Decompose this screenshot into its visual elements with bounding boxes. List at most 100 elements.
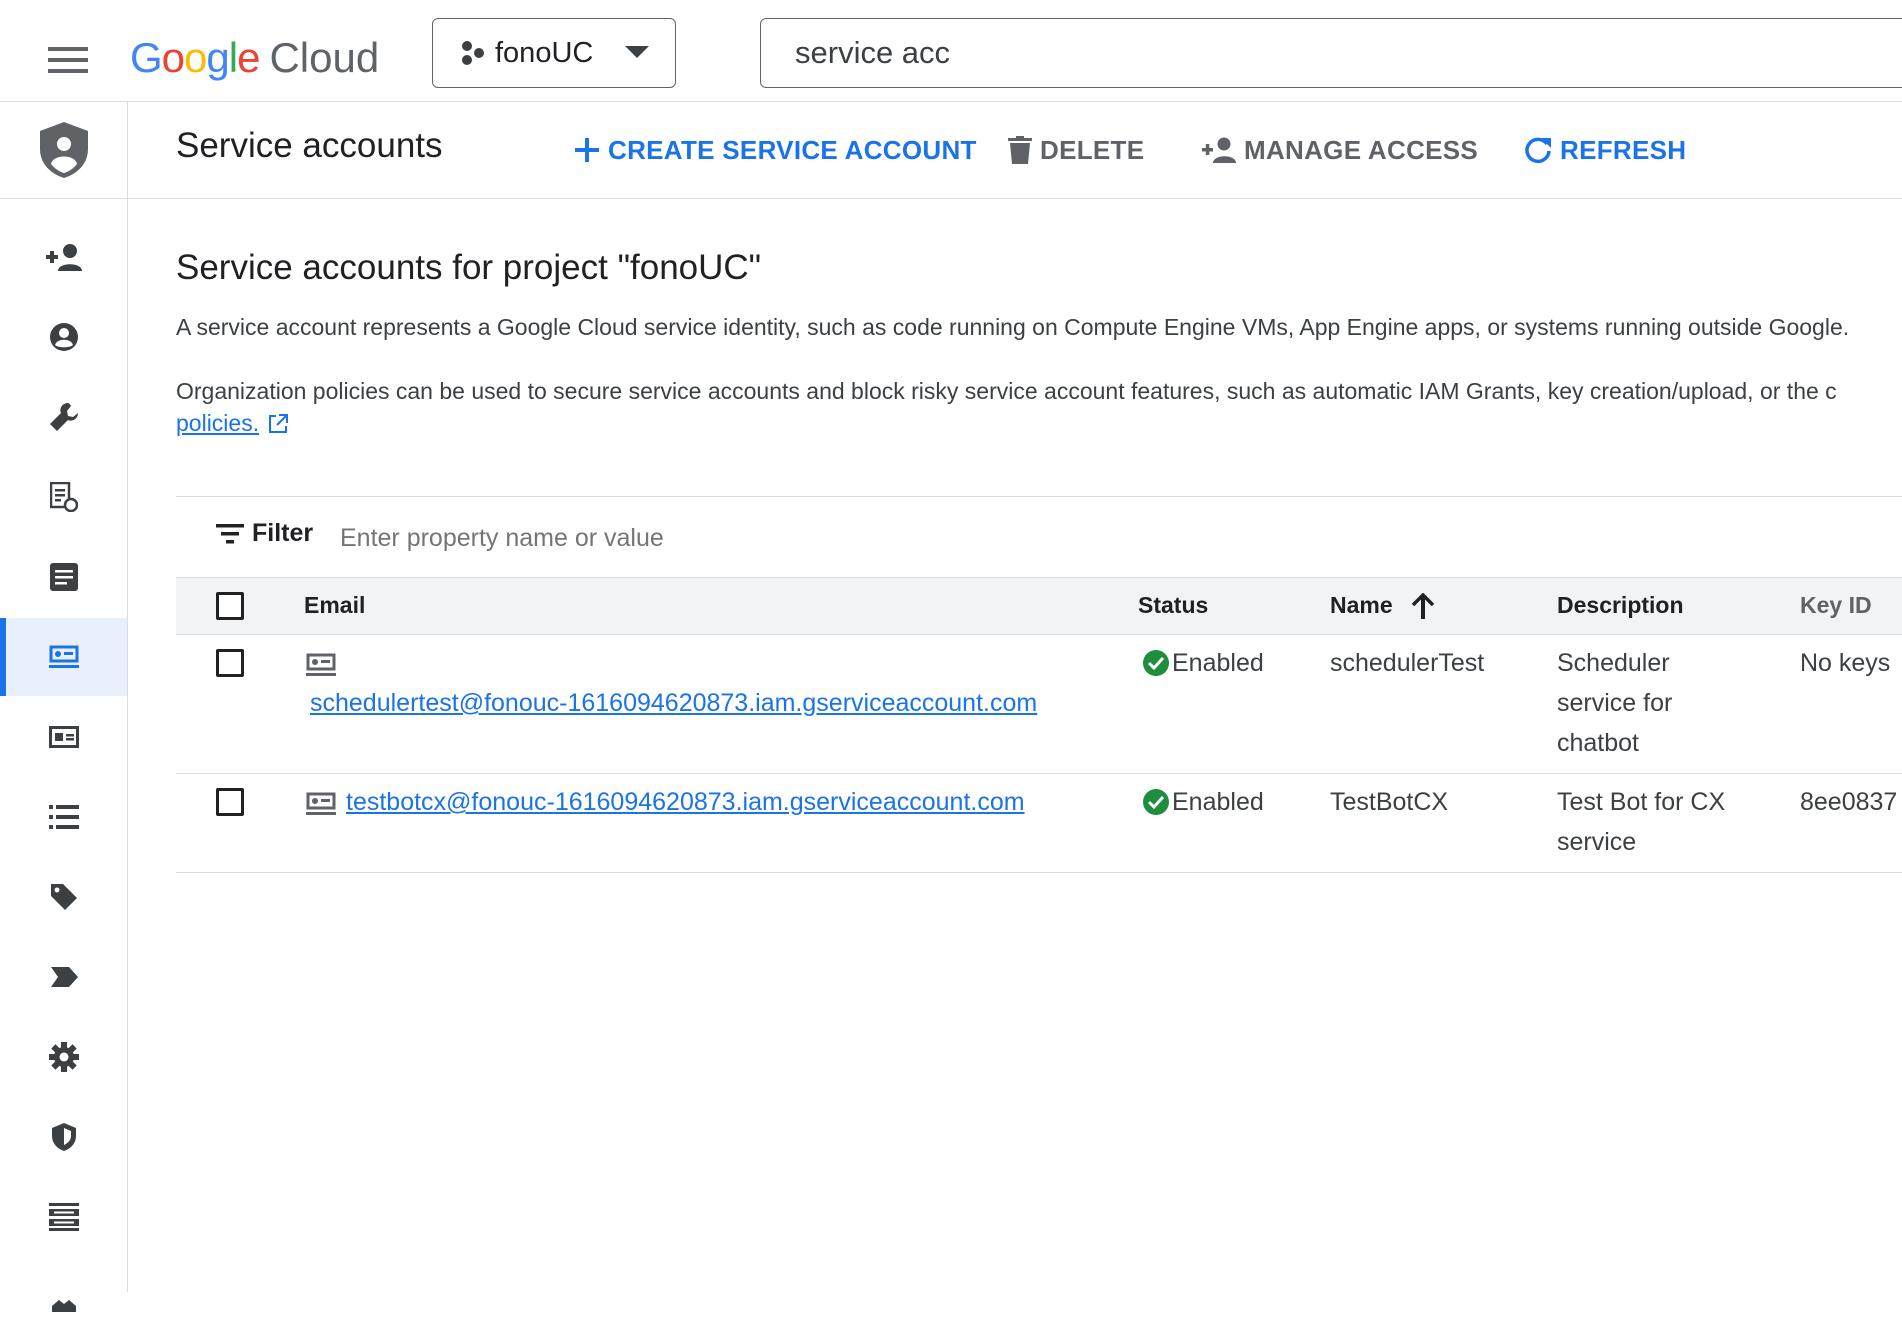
filter-bar: Filter bbox=[176, 496, 1902, 578]
security-shield-icon bbox=[51, 1123, 76, 1151]
wrench-icon bbox=[49, 403, 78, 431]
account-circle-icon bbox=[49, 323, 78, 351]
sidebar-item-identity[interactable] bbox=[0, 298, 127, 376]
org-policies-description: Organization policies can be used to sec… bbox=[176, 378, 1837, 404]
status-text: Enabled bbox=[1172, 649, 1264, 677]
row-key-id: No keys bbox=[1800, 649, 1891, 677]
manage-access-label: MANAGE ACCESS bbox=[1244, 134, 1479, 165]
sidebar-item-more[interactable] bbox=[0, 1258, 127, 1336]
check-circle-icon bbox=[1143, 789, 1169, 815]
row-checkbox[interactable] bbox=[216, 649, 244, 677]
iam-sidebar bbox=[0, 102, 128, 1312]
sidebar-item-policy-analyzer[interactable] bbox=[0, 458, 127, 536]
table-row: testbotcx@fonouc-1616094620873.iam.gserv… bbox=[176, 774, 1902, 873]
table-row: schedulertest@fonouc-1616094620873.iam.g… bbox=[176, 635, 1902, 774]
row-email: schedulertest@fonouc-1616094620873.iam.g… bbox=[310, 683, 1037, 723]
sidebar-item-workload-identity[interactable] bbox=[0, 698, 127, 776]
project-picker[interactable]: fonoUC bbox=[432, 18, 676, 88]
sidebar-item-tags[interactable] bbox=[0, 858, 127, 936]
tag-icon bbox=[50, 884, 77, 910]
menu-icon bbox=[48, 47, 88, 73]
logo-product: Cloud bbox=[269, 34, 380, 81]
service-account-description: A service account represents a Google Cl… bbox=[176, 314, 1850, 340]
person-add-icon bbox=[45, 244, 82, 271]
description-line: Scheduler bbox=[1557, 649, 1670, 677]
column-email[interactable]: Email bbox=[304, 592, 365, 619]
create-service-account-button[interactable]: CREATE SERVICE ACCOUNT bbox=[574, 128, 977, 172]
row-name: schedulerTest bbox=[1330, 649, 1485, 677]
select-all-checkbox[interactable] bbox=[216, 592, 244, 620]
column-name[interactable]: Name bbox=[1330, 592, 1435, 619]
iam-product-header[interactable] bbox=[0, 102, 127, 199]
sidebar-item-labels-list[interactable] bbox=[0, 778, 127, 856]
page-header: Service accounts CREATE SERVICE ACCOUNT … bbox=[128, 102, 1902, 199]
plus-icon bbox=[575, 138, 599, 162]
label-arrow-icon bbox=[50, 967, 78, 987]
sidebar-item-settings-tags[interactable] bbox=[0, 938, 127, 1016]
row-key-id: 8ee0837 bbox=[1800, 788, 1898, 816]
refresh-label: REFRESH bbox=[1560, 134, 1687, 165]
row-email: testbotcx@fonouc-1616094620873.iam.gserv… bbox=[346, 782, 1025, 822]
manage-access-button[interactable]: MANAGE ACCESS bbox=[1202, 128, 1478, 172]
status-text: Enabled bbox=[1172, 788, 1264, 816]
row-checkbox[interactable] bbox=[216, 788, 244, 816]
chevron-down-icon bbox=[625, 46, 650, 58]
page-title: Service accounts bbox=[176, 126, 443, 165]
refresh-button[interactable]: REFRESH bbox=[1524, 128, 1686, 172]
refresh-icon bbox=[1525, 137, 1551, 164]
iam-shield-icon bbox=[39, 122, 88, 178]
list-icon bbox=[48, 805, 79, 829]
description-line: Test Bot for CX bbox=[1557, 788, 1726, 816]
filter-label: Filter bbox=[252, 519, 314, 547]
filter-icon bbox=[216, 523, 244, 543]
external-link-icon[interactable] bbox=[267, 413, 289, 435]
create-service-account-label: CREATE SERVICE ACCOUNT bbox=[608, 134, 977, 165]
row-status: Enabled bbox=[1142, 643, 1264, 683]
project-hierarchy-icon bbox=[462, 41, 484, 65]
check-circle-icon bbox=[1143, 650, 1169, 676]
sidebar-item-privacy-security[interactable] bbox=[0, 1098, 127, 1176]
top-app-bar: Google Cloud fonoUC bbox=[0, 6, 1902, 102]
badge-icon bbox=[48, 726, 79, 748]
description-line: service for bbox=[1557, 689, 1673, 717]
service-account-icon bbox=[306, 792, 336, 815]
column-key-id[interactable]: Key ID bbox=[1800, 592, 1872, 619]
row-status: Enabled bbox=[1142, 782, 1264, 822]
service-account-icon bbox=[48, 645, 79, 668]
sidebar-item-service-accounts[interactable] bbox=[0, 618, 127, 696]
column-status[interactable]: Status bbox=[1138, 592, 1208, 619]
column-description[interactable]: Description bbox=[1557, 592, 1684, 619]
service-account-email-link[interactable]: schedulertest@fonouc-1616094620873.iam.g… bbox=[310, 689, 1037, 717]
filter-button[interactable]: Filter bbox=[216, 519, 313, 548]
sidebar-item-iam[interactable] bbox=[0, 218, 127, 296]
row-name: TestBotCX bbox=[1330, 788, 1449, 816]
policies-link[interactable]: policies. bbox=[176, 410, 259, 437]
service-account-icon bbox=[306, 653, 336, 676]
row-description: Test Bot for CX service bbox=[1557, 782, 1725, 862]
policies-link-line: policies. bbox=[176, 410, 289, 437]
google-cloud-logo[interactable]: Google Cloud bbox=[130, 28, 379, 88]
project-name: fonoUC bbox=[495, 36, 594, 69]
search-box[interactable] bbox=[760, 18, 1902, 88]
delete-label: DELETE bbox=[1040, 134, 1145, 165]
sidebar-item-audit-logs[interactable] bbox=[0, 1178, 127, 1256]
description-line: service bbox=[1557, 828, 1637, 856]
main-menu-button[interactable] bbox=[40, 36, 96, 84]
view-list-icon bbox=[48, 1203, 79, 1231]
article-icon bbox=[49, 563, 78, 591]
service-account-email-link[interactable]: testbotcx@fonouc-1616094620873.iam.gserv… bbox=[346, 788, 1025, 816]
search-input[interactable] bbox=[793, 34, 1697, 72]
sort-ascending-icon bbox=[1411, 592, 1434, 619]
more-tools-icon bbox=[51, 1300, 76, 1312]
policy-doc-icon bbox=[49, 482, 78, 512]
trash-icon bbox=[1008, 136, 1032, 164]
row-description: Scheduler service for chatbot bbox=[1557, 643, 1672, 763]
delete-button[interactable]: DELETE bbox=[1008, 128, 1144, 172]
google-wordmark: Google bbox=[130, 34, 260, 81]
sidebar-item-troubleshooter[interactable] bbox=[0, 378, 127, 456]
sidebar-item-org-policies[interactable] bbox=[0, 538, 127, 616]
gear-icon bbox=[48, 1042, 79, 1072]
sidebar-item-settings[interactable] bbox=[0, 1018, 127, 1096]
table-header: Email Status Name Description Key ID bbox=[176, 578, 1902, 635]
filter-input[interactable] bbox=[338, 515, 1142, 561]
